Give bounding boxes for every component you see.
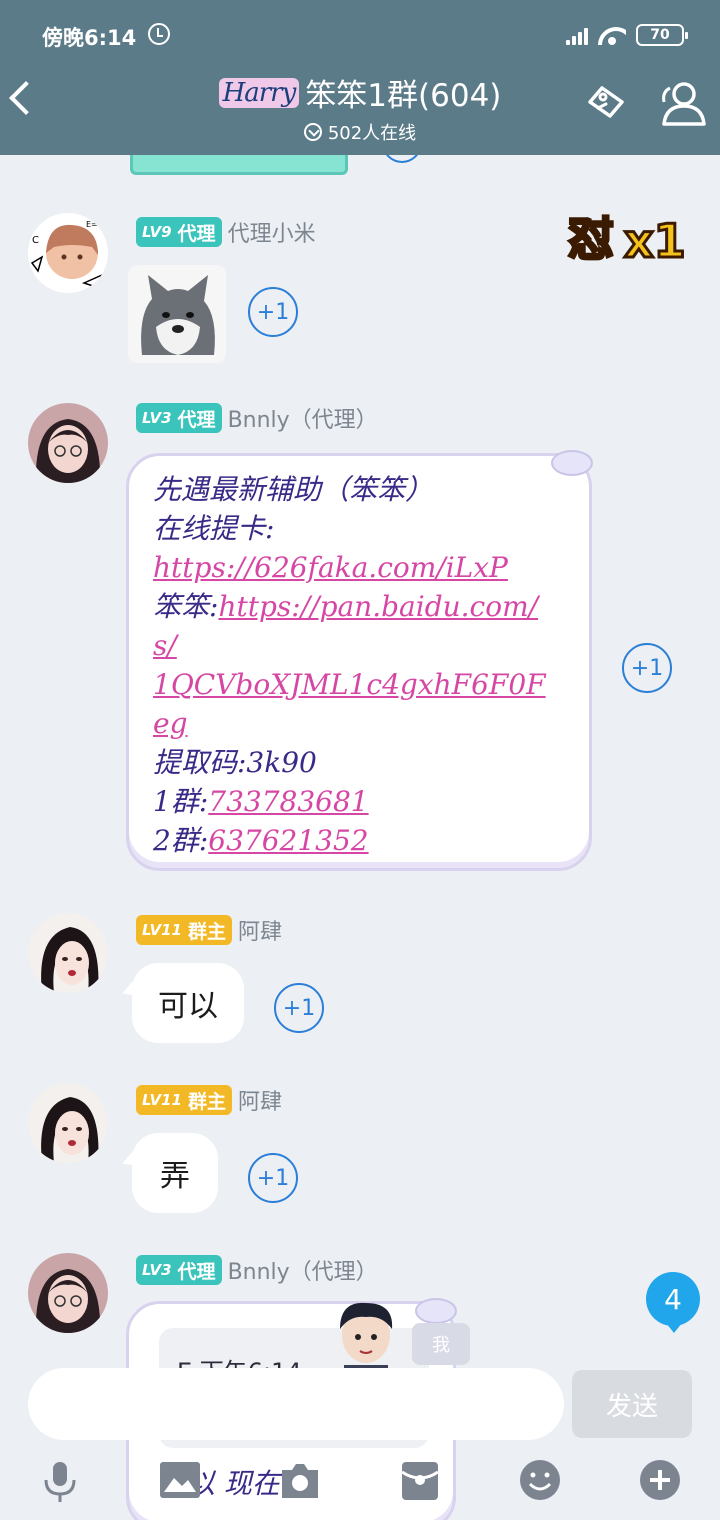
- tag-icon[interactable]: [584, 84, 628, 120]
- badge-level: LV3: [142, 1261, 172, 1279]
- plus-one-button[interactable]: [382, 155, 422, 163]
- sender-name[interactable]: Bnnly（代理）: [228, 1254, 378, 1286]
- badge-level: LV11: [142, 921, 182, 939]
- group-title[interactable]: Harry 笨笨1群(604): [218, 70, 502, 115]
- badge-level: LV3: [142, 409, 172, 427]
- badge-role: 群主: [187, 1090, 226, 1113]
- message-card[interactable]: 先遇最新辅助（笨笨） 在线提卡: https://626faka.com/iLx…: [126, 450, 593, 871]
- badge-role: 代理: [177, 222, 216, 245]
- shell-decoration: [551, 450, 593, 476]
- sender-name[interactable]: 阿肆: [238, 914, 282, 946]
- level-badge: LV9 代理: [136, 217, 222, 247]
- wifi-icon: [598, 25, 626, 45]
- badge-role: 代理: [177, 1260, 216, 1283]
- sender-name[interactable]: 阿肆: [238, 1084, 282, 1116]
- card-line: 在线提卡:: [153, 512, 275, 545]
- message-bubble[interactable]: 弄: [132, 1133, 218, 1213]
- status-bar: 傍晚6:14 70: [42, 20, 688, 52]
- camera-icon[interactable]: [278, 1458, 322, 1502]
- chat-header: 傍晚6:14 70 Harry 笨笨1群(604) 502人在线: [0, 0, 720, 155]
- sender-name[interactable]: 代理小米: [228, 216, 316, 248]
- plus-one-button[interactable]: +1: [248, 1153, 298, 1203]
- avatar-figure-icon: [340, 1302, 393, 1379]
- alarm-icon: [148, 23, 170, 45]
- previous-message-bubble: [130, 155, 348, 175]
- badge-role: 群主: [187, 920, 226, 943]
- badge-role: 代理: [177, 408, 216, 431]
- quote-sender-tag: 我: [412, 1323, 470, 1365]
- shell-decoration: [415, 1298, 457, 1324]
- avatar[interactable]: [28, 1253, 108, 1333]
- poke-label: 怼: [568, 212, 614, 266]
- chevron-down-icon: [303, 123, 322, 141]
- card-link[interactable]: s/: [153, 629, 177, 662]
- input-toolbar: [0, 1450, 720, 1520]
- battery-icon: 70: [636, 24, 688, 46]
- plus-icon[interactable]: [638, 1458, 682, 1502]
- card-line: 提取码:3k90: [153, 746, 317, 779]
- card-link[interactable]: https://626faka.com/iLxP: [153, 551, 508, 584]
- svg-text:C: C: [32, 235, 39, 246]
- message-input[interactable]: [28, 1368, 564, 1440]
- avatar[interactable]: [28, 913, 108, 993]
- level-badge: LV11 群主: [136, 915, 232, 945]
- microphone-icon[interactable]: [38, 1458, 82, 1502]
- avatar[interactable]: [28, 403, 108, 483]
- message-bubble[interactable]: 可以: [132, 963, 244, 1043]
- unread-count-badge[interactable]: 4: [646, 1272, 700, 1333]
- card-link[interactable]: eg: [153, 707, 188, 740]
- card-link[interactable]: 733783681: [208, 785, 368, 818]
- signal-icon: [566, 25, 588, 45]
- plus-one-button[interactable]: +1: [274, 983, 324, 1033]
- plus-one-button[interactable]: +1: [248, 287, 298, 337]
- group-logo: Harry: [218, 77, 300, 108]
- emoji-icon[interactable]: [518, 1458, 562, 1502]
- group-members-icon[interactable]: [654, 80, 708, 128]
- status-time: 傍晚6:14: [42, 26, 137, 50]
- chat-area[interactable]: C E=mc² LV9 代理 代理小米 +1 怼 x1: [0, 155, 720, 1520]
- sender-name[interactable]: Bnnly（代理）: [228, 402, 378, 434]
- badge-level: LV9: [142, 223, 172, 241]
- online-count[interactable]: 502人在线: [303, 119, 417, 145]
- card-label: 笨笨:: [153, 590, 219, 623]
- card-link[interactable]: https://pan.baidu.com/: [218, 590, 538, 623]
- card-label: 2群:: [153, 824, 209, 857]
- plus-one-button[interactable]: +1: [622, 643, 672, 693]
- card-label: 1群:: [153, 785, 209, 818]
- avatar[interactable]: [28, 1083, 108, 1163]
- sticker-image[interactable]: [128, 265, 226, 363]
- send-button[interactable]: 发送: [572, 1370, 692, 1438]
- poke-badge[interactable]: 怼 x1: [566, 203, 702, 268]
- red-packet-icon[interactable]: [398, 1458, 442, 1502]
- level-badge: LV11 群主: [136, 1085, 232, 1115]
- group-title-text: 笨笨1群(604): [305, 78, 502, 114]
- level-badge: LV3 代理: [136, 403, 222, 433]
- svg-text:E=mc²: E=mc²: [86, 220, 108, 229]
- level-badge: LV3 代理: [136, 1255, 222, 1285]
- badge-level: LV11: [142, 1091, 182, 1109]
- card-link[interactable]: 1QCVboXJML1c4gxhF6F0F: [153, 668, 546, 701]
- card-link[interactable]: 637621352: [208, 824, 368, 857]
- card-line: 先遇最新辅助（笨笨）: [153, 473, 434, 506]
- online-count-text: 502人在线: [327, 123, 417, 144]
- image-icon[interactable]: [158, 1458, 202, 1502]
- avatar[interactable]: C E=mc²: [28, 213, 108, 293]
- poke-count: x1: [624, 214, 686, 267]
